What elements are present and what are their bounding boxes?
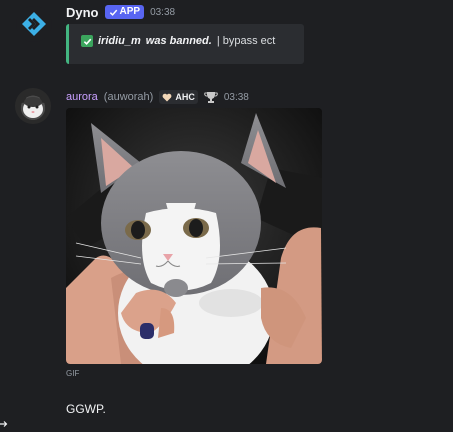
aurora-message-header: aurora (auworah) AHC 03:38	[66, 88, 249, 106]
message-timestamp[interactable]: 03:38	[150, 7, 175, 18]
message-timestamp[interactable]: 03:38	[224, 92, 249, 103]
cat-gif-image	[66, 108, 322, 364]
ban-embed: iridiu_m was banned. | bypass ect	[66, 24, 304, 64]
banned-username: iridiu_m	[98, 35, 141, 47]
gif-label: GIF	[66, 369, 80, 378]
dyno-diamond-icon	[22, 12, 46, 36]
dyno-message-header: Dyno APP 03:38	[66, 3, 175, 21]
server-tag[interactable]: AHC	[159, 90, 198, 104]
ban-action-text: was banned.	[145, 35, 212, 47]
author-name[interactable]: Dyno	[66, 5, 99, 20]
author-name[interactable]: aurora	[66, 91, 98, 103]
ban-reason: | bypass ect	[216, 35, 276, 47]
ban-embed-line: iridiu_m was banned. | bypass ect	[81, 35, 275, 47]
cat-avatar-icon	[21, 96, 45, 118]
app-badge: APP	[104, 5, 145, 19]
author-username[interactable]: (auworah)	[104, 91, 154, 103]
dyno-avatar[interactable]	[16, 6, 52, 42]
app-badge-label: APP	[119, 6, 141, 17]
heart-icon	[162, 93, 172, 101]
gif-attachment[interactable]	[66, 108, 322, 364]
trophy-icon[interactable]	[204, 90, 218, 104]
server-tag-label: AHC	[175, 92, 195, 102]
avatar[interactable]	[15, 88, 51, 124]
message-content: GGWP.	[66, 402, 106, 416]
checkmark-icon	[81, 35, 93, 47]
cursor-arrow-icon	[0, 421, 8, 427]
verified-check-icon	[109, 9, 117, 16]
message-dyno: Dyno APP 03:38 iridiu_m was banned. | by…	[0, 0, 453, 80]
message-aurora: aurora (auworah) AHC 03:38 GIF GGWP.	[0, 85, 453, 432]
